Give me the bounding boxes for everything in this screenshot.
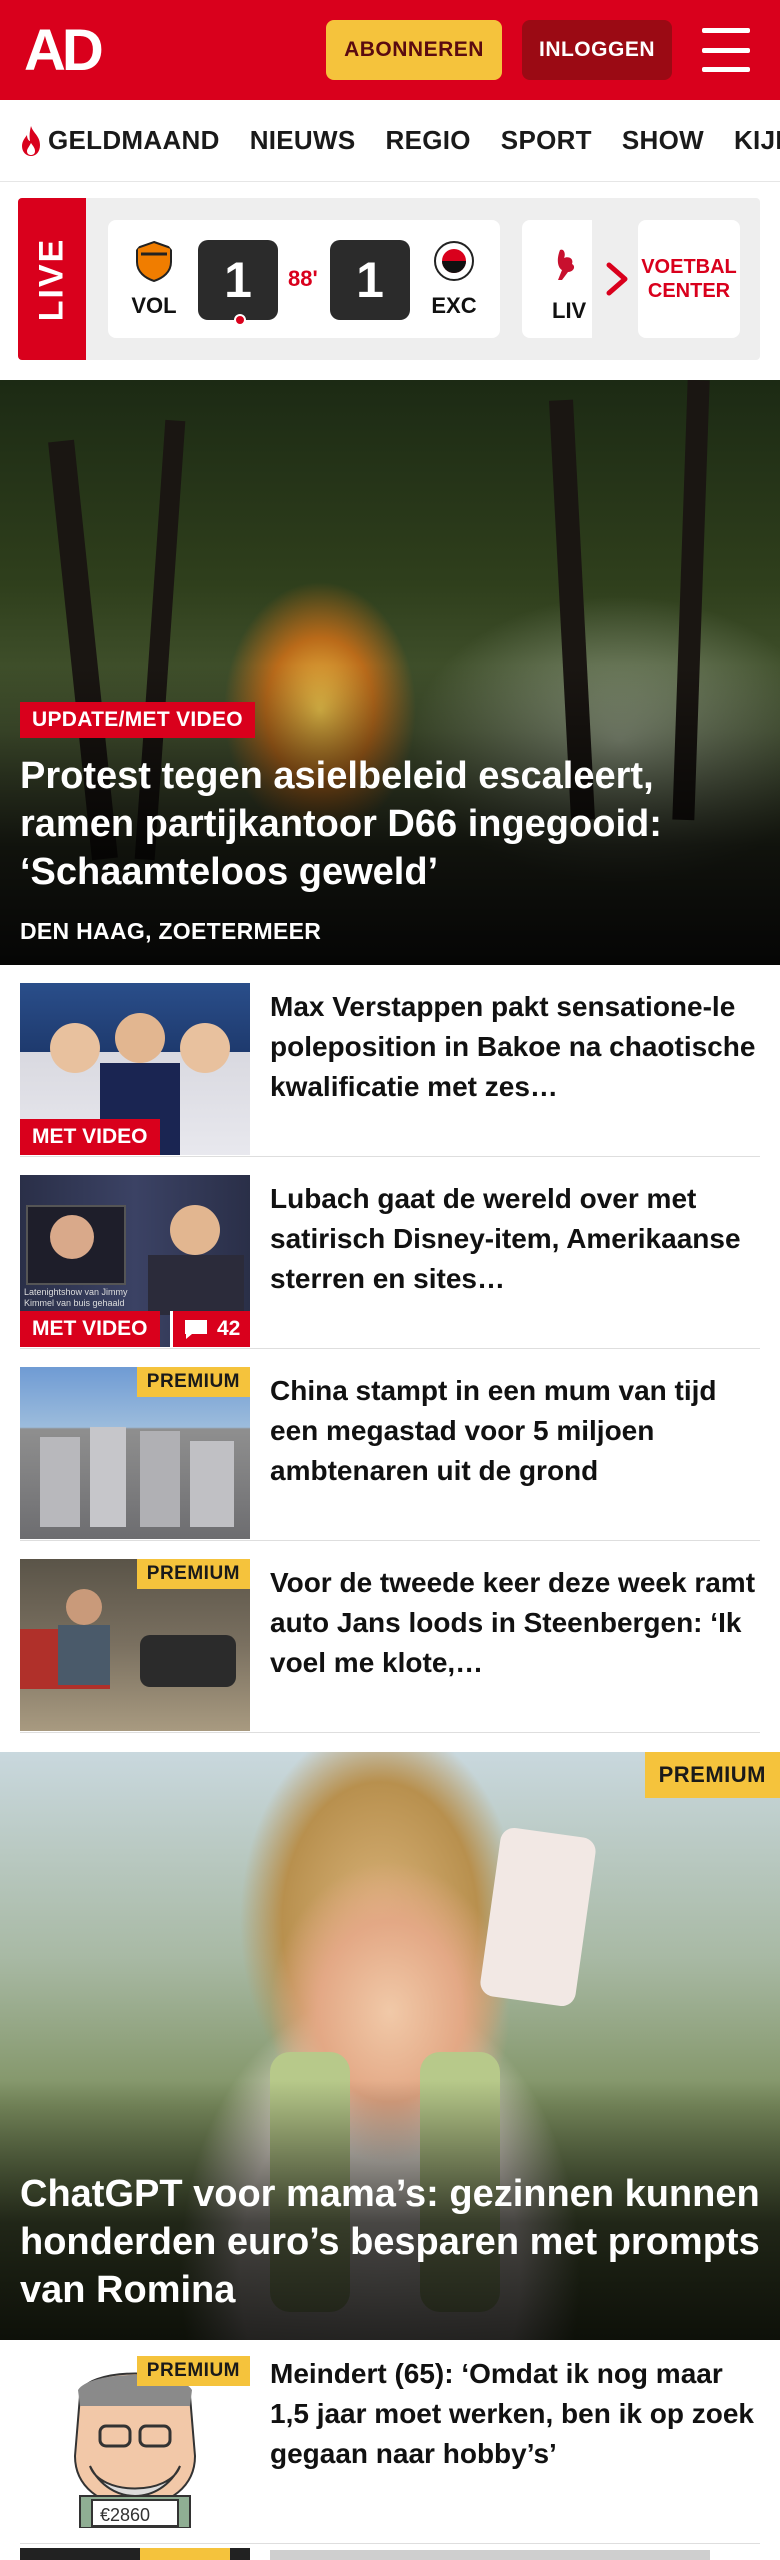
article-thumbnail: €2860 PREMIUM [20, 2356, 250, 2528]
nav-item-regio[interactable]: REGIO [386, 125, 471, 156]
goal-indicator [234, 314, 246, 326]
nav-item-sport[interactable]: SPORT [501, 125, 592, 156]
voetbal-center-link[interactable]: VOETBAL CENTER [638, 220, 740, 338]
article-thumbnail: MET VIDEO [20, 983, 250, 1155]
match-card[interactable]: VOL 1 88' 1 EXC [108, 220, 500, 338]
comment-count: 42 [217, 1317, 241, 1340]
login-button[interactable]: INLOGGEN [522, 20, 672, 80]
nav-item-kijk[interactable]: KIJK [734, 125, 780, 156]
away-team: EXC [424, 240, 484, 319]
feature-title[interactable]: ChatGPT voor mama’s: gezinnen kunnen hon… [20, 2170, 760, 2314]
svg-text:AD: AD [24, 22, 102, 78]
video-badge: MET VIDEO [20, 1311, 160, 1347]
article-title[interactable]: Lubach gaat de wereld over met satirisch… [270, 1179, 760, 1299]
match-minute: 88' [288, 266, 318, 291]
svg-text:€2860: €2860 [100, 2505, 150, 2525]
nav-label: GELDMAAND [48, 125, 220, 155]
article-title[interactable]: Voor de tweede keer deze week ramt auto … [270, 1563, 760, 1683]
hero-location: DEN HAAG, ZOETERMEER [20, 918, 322, 944]
nav-item-show[interactable]: SHOW [622, 125, 704, 156]
list-item[interactable]: PREMIUM China stampt in een mum van tijd… [20, 1349, 760, 1541]
premium-badge: PREMIUM [644, 1752, 780, 1798]
ad-logo[interactable]: AD [24, 22, 118, 78]
next-title-peek [270, 2550, 710, 2560]
article-thumbnail: Latenightshow van Jimmy Kimmel van buis … [20, 1175, 250, 1347]
article-thumbnail: PREMIUM [20, 1559, 250, 1731]
article-title[interactable]: Max Verstappen pakt sensatione-le polepo… [270, 987, 760, 1107]
next-match-team-abbr: LIV [552, 298, 587, 323]
away-team-abbr: EXC [431, 293, 477, 318]
live-label: LIVE [18, 198, 86, 360]
nav-item-geldmaand[interactable]: GELDMAAND [18, 125, 220, 157]
premium-badge: PREMIUM [136, 2356, 250, 2386]
premium-badge: PREMIUM [136, 1367, 250, 1397]
flame-icon [22, 125, 40, 156]
live-scores: LIVE VOL 1 88' 1 EXC LIV VOETBAL CENTER [18, 198, 760, 360]
hero-title[interactable]: Protest tegen asielbeleid escaleert, ram… [20, 752, 760, 896]
home-score: 1 [198, 240, 278, 326]
home-team: VOL [124, 240, 184, 319]
next-premium-peek [140, 2548, 230, 2560]
home-team-abbr: VOL [131, 293, 177, 318]
away-team-crest [434, 241, 474, 281]
article-title[interactable]: China stampt in een mum van tijd een meg… [270, 1371, 760, 1491]
hamburger-icon[interactable] [698, 24, 754, 76]
list-item[interactable]: PREMIUM Voor de tweede keer deze week ra… [20, 1541, 760, 1733]
site-header: AD ABONNEREN INLOGGEN [0, 0, 780, 100]
comment-icon [185, 1320, 207, 1339]
article-thumbnail: PREMIUM [20, 1367, 250, 1539]
feature-article[interactable]: PREMIUM ChatGPT voor mama’s: gezinnen ku… [0, 1752, 780, 2340]
premium-badge: PREMIUM [136, 1559, 250, 1589]
video-badge: MET VIDEO [20, 1119, 160, 1155]
thumbnail-caption: Latenightshow van Jimmy Kimmel van buis … [24, 1287, 128, 1308]
away-score: 1 [330, 240, 410, 320]
chevron-right-icon[interactable] [592, 220, 642, 338]
main-nav: GELDMAAND NIEUWS REGIO SPORT SHOW KIJK [0, 100, 780, 182]
liverpool-crest [557, 249, 575, 280]
list-item[interactable]: Latenightshow van Jimmy Kimmel van buis … [20, 1157, 760, 1349]
list-item[interactable]: MET VIDEO Max Verstappen pakt sensatione… [20, 965, 760, 1157]
nav-item-nieuws[interactable]: NIEUWS [250, 125, 356, 156]
next-match-card[interactable]: LIV [522, 220, 592, 338]
hero-label-badge: UPDATE/MET VIDEO [20, 702, 255, 738]
subscribe-button[interactable]: ABONNEREN [326, 20, 502, 80]
article-title[interactable]: Meindert (65): ‘Omdat ik nog maar 1,5 ja… [270, 2354, 760, 2474]
list-item[interactable]: €2860 PREMIUM Meindert (65): ‘Omdat ik n… [20, 2340, 760, 2544]
home-team-crest [136, 240, 172, 283]
hero-article[interactable]: UPDATE/MET VIDEO Protest tegen asielbele… [0, 380, 780, 965]
comments-badge[interactable]: 42 [170, 1311, 250, 1347]
